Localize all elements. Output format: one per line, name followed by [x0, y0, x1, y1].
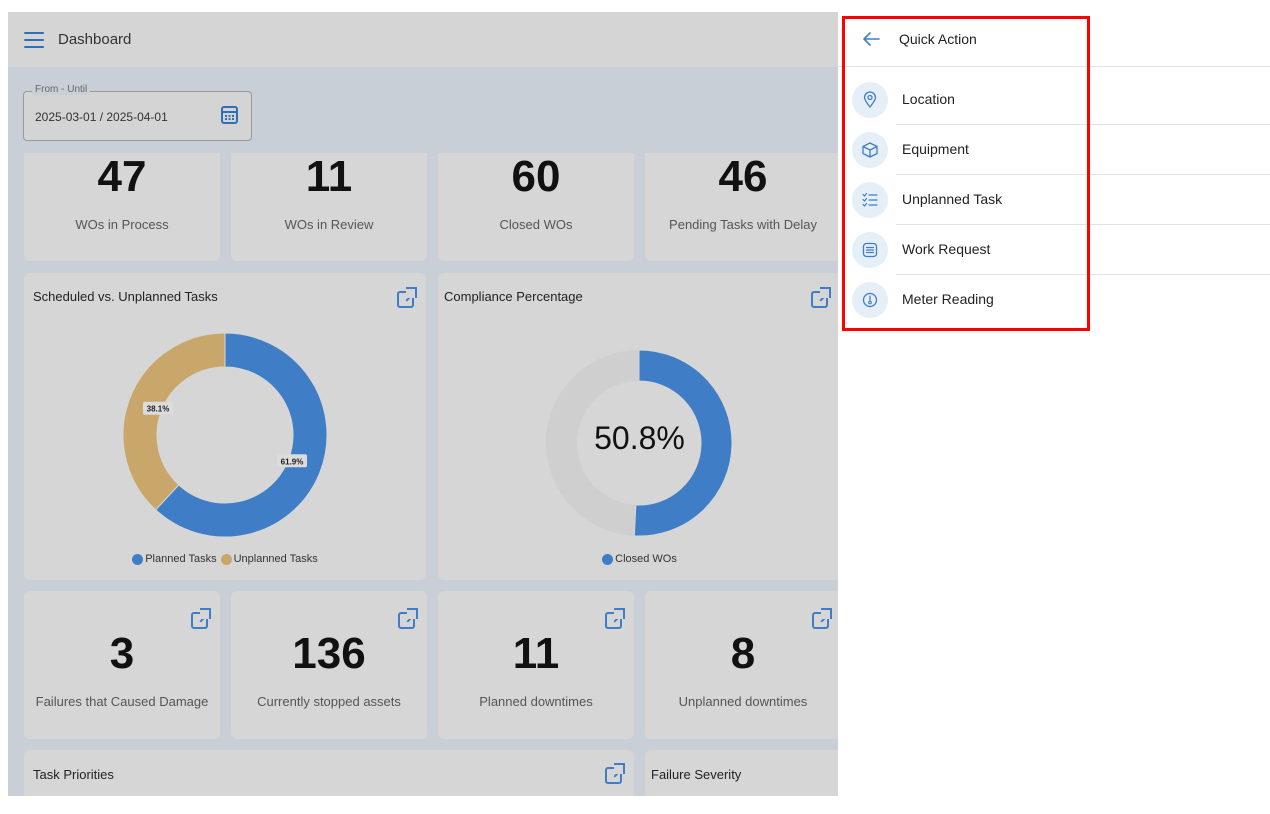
- stat-card-wos-in-review[interactable]: 11 WOs in Review: [231, 142, 427, 261]
- donut-slice-2[interactable]: [122, 332, 226, 511]
- date-range-value: 2025-03-01 / 2025-04-01: [35, 110, 168, 124]
- quick-action-label: Unplanned Task: [902, 191, 1003, 207]
- date-range-field-overlay[interactable]: From - Until 2025-03-01 / 2025-04-01: [23, 84, 252, 141]
- open-external-icon[interactable]: [811, 287, 831, 308]
- quick-action-panel: Quick Action Location Equipment Unplanne…: [838, 12, 1270, 814]
- legend-label: Planned Tasks: [145, 553, 217, 565]
- date-range-label: From - Until: [32, 84, 91, 95]
- open-external-icon[interactable]: [397, 287, 417, 308]
- stat-label: WOs in Process: [75, 217, 169, 232]
- open-external-icon[interactable]: [812, 608, 832, 629]
- slice-data-label: 38.1%: [142, 401, 173, 415]
- quick-action-location[interactable]: Location: [838, 75, 1270, 125]
- stat-card-stopped-assets[interactable]: 136 Currently stopped assets: [231, 591, 427, 739]
- open-external-icon[interactable]: [398, 608, 418, 629]
- open-external-icon[interactable]: [191, 608, 211, 629]
- page-title: Dashboard: [58, 31, 132, 48]
- legend-item-planned[interactable]: Planned Tasks: [132, 553, 217, 565]
- dashboard: Dashboard From - Until 2025-03-01 / 2025…: [8, 12, 838, 796]
- location-pin-icon: [852, 82, 888, 118]
- compliance-center-value: 50.8%: [594, 420, 685, 456]
- stat-label: Currently stopped assets: [257, 694, 401, 709]
- legend-label: Closed WOs: [615, 553, 677, 565]
- card-title: Compliance Percentage: [444, 289, 583, 304]
- stat-value: 60: [511, 152, 561, 201]
- open-external-icon[interactable]: [605, 763, 625, 784]
- chart-legend: Closed WOs: [438, 553, 838, 565]
- stat-label: Pending Tasks with Delay: [669, 217, 817, 232]
- quick-action-equipment[interactable]: Equipment: [838, 125, 1270, 175]
- stat-value: 136: [292, 629, 366, 678]
- quick-action-label: Equipment: [902, 141, 969, 157]
- quick-action-work-request[interactable]: Work Request: [838, 225, 1270, 275]
- stat-label: Planned downtimes: [479, 694, 593, 709]
- stat-value: 3: [109, 629, 135, 678]
- quick-action-header: Quick Action: [838, 12, 1270, 67]
- gauge-icon: [852, 282, 888, 318]
- quick-action-title: Quick Action: [899, 31, 977, 47]
- stat-card-closed-wos[interactable]: 60 Closed WOs: [438, 142, 634, 261]
- stat-label: Closed WOs: [499, 217, 573, 232]
- stat-card-pending-tasks-delay[interactable]: 46 Pending Tasks with Delay: [645, 142, 838, 261]
- stat-card-unplanned-downtimes[interactable]: 8 Unplanned downtimes: [645, 591, 838, 739]
- quick-action-label: Meter Reading: [902, 291, 994, 307]
- stat-label: WOs in Review: [284, 217, 374, 232]
- open-external-icon[interactable]: [605, 608, 625, 629]
- back-arrow-icon[interactable]: [862, 31, 880, 47]
- legend-label: Unplanned Tasks: [233, 553, 318, 565]
- stat-label: Failures that Caused Damage: [35, 694, 209, 709]
- failure-severity-card: Failure Severity: [645, 750, 838, 796]
- stat-value: 11: [305, 152, 353, 201]
- legend-item-unplanned[interactable]: Unplanned Tasks: [220, 553, 318, 565]
- stat-value: 11: [512, 629, 560, 678]
- document-list-icon: [852, 232, 888, 268]
- stat-label: Unplanned downtimes: [678, 694, 808, 709]
- quick-action-unplanned-task[interactable]: Unplanned Task: [838, 175, 1270, 225]
- top-bar: Dashboard: [8, 12, 838, 67]
- legend-dot-closed: [602, 553, 614, 565]
- svg-text:61.9%: 61.9%: [281, 457, 304, 466]
- legend-dot-planned: [132, 553, 144, 565]
- stat-value: 8: [730, 629, 756, 678]
- hamburger-menu-icon[interactable]: [24, 31, 44, 48]
- quick-action-label: Location: [902, 91, 955, 107]
- donut-chart-scheduled: 61.9% 38.1%: [122, 332, 328, 538]
- legend-dot-unplanned: [220, 553, 232, 565]
- slice-data-label: 61.9%: [277, 454, 308, 468]
- stat-card-failures-damage[interactable]: 3 Failures that Caused Damage: [24, 591, 220, 739]
- scheduled-vs-unplanned-card: Scheduled vs. Unplanned Tasks 61.9% 38.1%…: [24, 273, 426, 580]
- stat-card-wos-in-process[interactable]: 47 WOs in Process: [24, 142, 220, 261]
- calendar-icon[interactable]: [221, 106, 238, 124]
- card-title: Task Priorities: [33, 767, 114, 782]
- chart-legend: Planned Tasks Unplanned Tasks: [24, 553, 426, 565]
- svg-text:38.1%: 38.1%: [147, 405, 170, 414]
- app-root: Dashboard From - Until 2025-03-01 / 2025…: [0, 0, 1270, 814]
- quick-action-label: Work Request: [902, 241, 991, 257]
- stat-value: 46: [718, 152, 768, 201]
- legend-item-closed[interactable]: Closed WOs: [602, 553, 677, 565]
- checklist-icon: [852, 182, 888, 218]
- quick-action-meter-reading[interactable]: Meter Reading: [838, 275, 1270, 325]
- compliance-card: Compliance Percentage 50.8% Closed WOs: [438, 273, 838, 580]
- stat-value: 47: [97, 152, 147, 201]
- card-title: Failure Severity: [651, 767, 742, 782]
- stat-card-planned-downtimes[interactable]: 11 Planned downtimes: [438, 591, 634, 739]
- box-icon: [852, 132, 888, 168]
- task-priorities-card: Task Priorities: [24, 750, 634, 796]
- card-title: Scheduled vs. Unplanned Tasks: [33, 289, 218, 304]
